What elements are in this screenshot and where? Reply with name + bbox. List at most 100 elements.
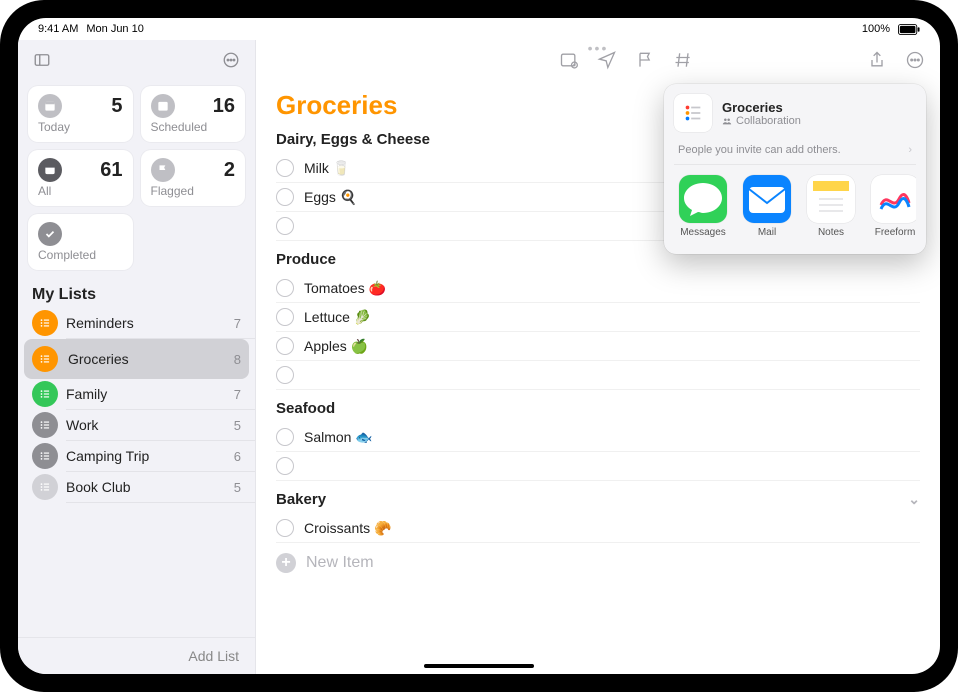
list-name: Camping Trip bbox=[66, 448, 224, 464]
flag-icon bbox=[151, 158, 175, 182]
list-bullet-icon bbox=[32, 310, 58, 336]
section-header[interactable]: Seafood bbox=[276, 400, 920, 417]
share-button[interactable] bbox=[866, 49, 888, 71]
list-bullet-icon bbox=[32, 474, 58, 500]
smart-list-all[interactable]: 61 All bbox=[28, 150, 133, 206]
list-count: 7 bbox=[234, 316, 241, 331]
section-title: Produce bbox=[276, 251, 336, 268]
complete-checkbox[interactable] bbox=[276, 217, 294, 235]
section-header[interactable]: Bakery⌄ bbox=[276, 491, 920, 508]
list-count: 6 bbox=[234, 449, 241, 464]
complete-checkbox[interactable] bbox=[276, 457, 294, 475]
complete-checkbox[interactable] bbox=[276, 428, 294, 446]
list-name: Reminders bbox=[66, 315, 224, 331]
app-label: Notes bbox=[818, 227, 844, 238]
home-indicator[interactable] bbox=[424, 664, 534, 668]
reminder-row-empty[interactable] bbox=[276, 361, 920, 390]
sidebar-list-row[interactable]: Groceries 8 bbox=[24, 339, 249, 379]
battery-icon bbox=[898, 24, 920, 35]
complete-checkbox[interactable] bbox=[276, 188, 294, 206]
reminder-title: Croissants 🥐 bbox=[304, 520, 391, 537]
reminder-row[interactable]: Lettuce 🥬 bbox=[276, 303, 920, 332]
list-count: 8 bbox=[234, 352, 241, 367]
complete-checkbox[interactable] bbox=[276, 337, 294, 355]
list-name: Book Club bbox=[66, 479, 224, 495]
grabber-icon[interactable]: ••• bbox=[588, 40, 609, 56]
list-bullet-icon bbox=[32, 381, 58, 407]
reminder-row[interactable]: Apples 🍏 bbox=[276, 332, 920, 361]
list-name: Work bbox=[66, 417, 224, 433]
app-icon bbox=[807, 175, 855, 223]
list-name: Groceries bbox=[68, 351, 224, 367]
status-time: 9:41 AM bbox=[38, 23, 78, 35]
sidebar-list-row[interactable]: Book Club 5 bbox=[66, 472, 255, 503]
chevron-right-icon: › bbox=[908, 144, 912, 156]
reminder-row[interactable]: Tomatoes 🍅 bbox=[276, 274, 920, 303]
tag-button[interactable] bbox=[672, 49, 694, 71]
reminder-title: Milk 🥛 bbox=[304, 160, 350, 177]
reminder-row[interactable]: Salmon 🐟 bbox=[276, 423, 920, 452]
smart-completed-label: Completed bbox=[38, 248, 123, 262]
reminder-row-empty[interactable] bbox=[276, 452, 920, 481]
plus-icon: + bbox=[276, 553, 296, 573]
reminder-title: Lettuce 🥬 bbox=[304, 309, 371, 326]
app-label: Mail bbox=[758, 227, 776, 238]
app-label: Freeform bbox=[875, 227, 916, 238]
share-mode-button[interactable]: Collaboration bbox=[722, 115, 801, 127]
smart-all-count: 61 bbox=[100, 159, 122, 182]
sidebar-list-row[interactable]: Work 5 bbox=[66, 410, 255, 441]
smart-today-count: 5 bbox=[111, 95, 122, 118]
list-count: 5 bbox=[234, 418, 241, 433]
smart-list-scheduled[interactable]: 16 Scheduled bbox=[141, 86, 246, 142]
sidebar-list-row[interactable]: Reminders 7 bbox=[66, 308, 255, 339]
share-app-mail[interactable]: Mail bbox=[740, 175, 794, 238]
checkmark-icon bbox=[38, 222, 62, 246]
list-bullet-icon bbox=[32, 412, 58, 438]
smart-scheduled-count: 16 bbox=[213, 95, 235, 118]
complete-checkbox[interactable] bbox=[276, 279, 294, 297]
smart-scheduled-label: Scheduled bbox=[151, 120, 236, 134]
main-pane: ••• Groceries Dairy bbox=[256, 40, 940, 674]
more-button[interactable] bbox=[904, 49, 926, 71]
smart-list-flagged[interactable]: 2 Flagged bbox=[141, 150, 246, 206]
list-bullet-icon bbox=[32, 443, 58, 469]
my-lists: Reminders 7 Groceries 8 Family7 Work 5 Camping … bbox=[18, 308, 255, 637]
share-permissions-row[interactable]: People you invite can add others. › bbox=[674, 132, 916, 165]
reminder-title: Eggs 🍳 bbox=[304, 189, 357, 206]
list-name: Family bbox=[66, 386, 224, 402]
reminder-row[interactable]: Croissants 🥐 bbox=[276, 514, 920, 543]
complete-checkbox[interactable] bbox=[276, 159, 294, 177]
new-reminder-button[interactable] bbox=[558, 49, 580, 71]
calendar-grid-icon bbox=[151, 94, 175, 118]
smart-all-label: All bbox=[38, 184, 123, 198]
complete-checkbox[interactable] bbox=[276, 308, 294, 326]
share-title: Groceries bbox=[722, 100, 801, 115]
share-app-messages[interactable]: Messages bbox=[676, 175, 730, 238]
share-permissions-label: People you invite can add others. bbox=[678, 144, 841, 156]
share-app-notes[interactable]: Notes bbox=[804, 175, 858, 238]
share-popover: Groceries Collaboration People you invit… bbox=[664, 84, 926, 254]
toggle-sidebar-button[interactable] bbox=[28, 46, 56, 74]
status-date: Mon Jun 10 bbox=[86, 23, 143, 35]
sidebar-list-row[interactable]: Family7 bbox=[66, 379, 255, 410]
complete-checkbox[interactable] bbox=[276, 519, 294, 537]
add-list-button[interactable]: Add List bbox=[18, 637, 255, 674]
sidebar: 5 Today 16 Scheduled bbox=[18, 40, 256, 674]
smart-today-label: Today bbox=[38, 120, 123, 134]
sidebar-list-row[interactable]: Camping Trip 6 bbox=[66, 441, 255, 472]
share-thumbnail-icon bbox=[674, 94, 712, 132]
tray-icon bbox=[38, 158, 62, 182]
smart-flagged-label: Flagged bbox=[151, 184, 236, 198]
section-title: Dairy, Eggs & Cheese bbox=[276, 131, 430, 148]
flag-button[interactable] bbox=[634, 49, 656, 71]
chevron-down-icon[interactable]: ⌄ bbox=[908, 491, 920, 508]
sidebar-more-button[interactable] bbox=[217, 46, 245, 74]
share-app-freeform[interactable]: Freeform bbox=[868, 175, 916, 238]
smart-flagged-count: 2 bbox=[224, 159, 235, 182]
complete-checkbox[interactable] bbox=[276, 366, 294, 384]
new-item-button[interactable]: +New Item bbox=[276, 543, 920, 583]
list-bullet-icon bbox=[32, 346, 58, 372]
smart-list-completed[interactable]: Completed bbox=[28, 214, 133, 270]
smart-list-today[interactable]: 5 Today bbox=[28, 86, 133, 142]
list-count: 5 bbox=[234, 480, 241, 495]
